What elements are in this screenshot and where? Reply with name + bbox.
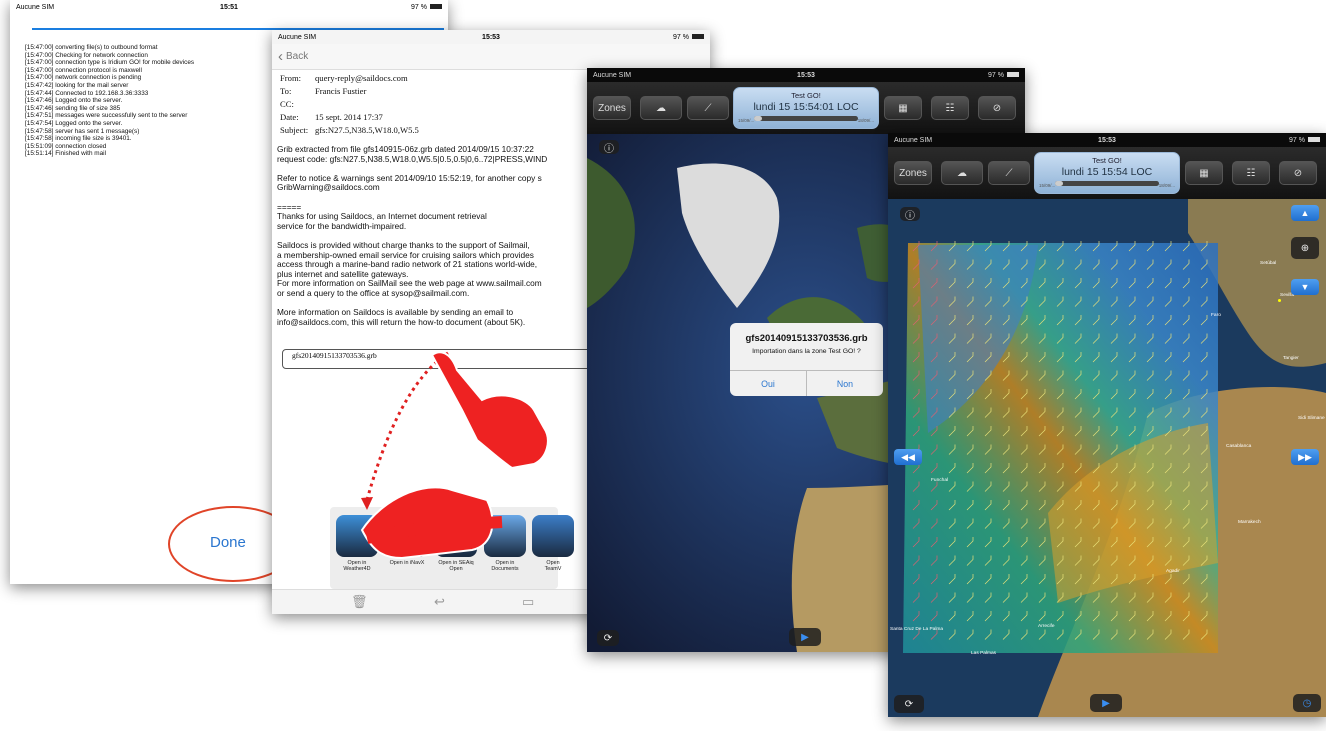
dialog-title: gfs20140915133703536.grb	[745, 333, 868, 344]
time-min: 15/09/...	[738, 118, 755, 123]
city-label: Funchal	[931, 478, 949, 483]
time-slider[interactable]	[754, 116, 858, 121]
log-line: [15:47:00] Checking for network connecti…	[25, 51, 148, 59]
status-bar: Aucune SIM 15:53 97 %	[587, 68, 1025, 82]
crosshair-icon[interactable]: ⊕	[1291, 237, 1319, 259]
log-line: [15:47:00] converting file(s) to outboun…	[25, 44, 158, 51]
yes-button[interactable]: Oui	[730, 371, 806, 396]
log-line: [15:51:14] Finished with mail	[25, 150, 106, 158]
city-label: Faro	[1211, 313, 1221, 318]
log-line: [15:47:58] server has sent 1 message(s)	[25, 127, 140, 135]
time-max: 18/09/...	[1158, 183, 1175, 188]
city-label: Arrecife	[1038, 624, 1055, 629]
settings-icon[interactable]: ☷	[1232, 161, 1270, 185]
time-slider-thumb[interactable]	[1055, 181, 1064, 186]
info-icon[interactable]: ⓘ	[900, 207, 920, 222]
cloud-icon[interactable]: ☁	[640, 96, 682, 120]
time-min: 15/09/...	[1039, 183, 1056, 188]
toolbar: Zones ☁ ⟋ Test GO! lundi 15 15:54:01 LOC…	[587, 82, 1025, 134]
route-icon[interactable]: ⟋	[988, 161, 1030, 185]
city-label: Tangier	[1283, 356, 1299, 361]
clock: 15:51	[220, 3, 238, 11]
city-label: Setúbal	[1260, 261, 1277, 266]
dialog-message: Importation dans la zone Test GO! ?	[752, 348, 861, 355]
cloud-icon[interactable]: ☁	[941, 161, 983, 185]
city-label: Las Palmas	[971, 651, 997, 656]
no-button[interactable]: Non	[806, 371, 883, 396]
locate-icon[interactable]: ⟳	[597, 630, 619, 646]
import-dialog: gfs20140915133703536.grb Importation dan…	[730, 323, 883, 396]
city-dot	[1278, 299, 1281, 302]
city-label: Marrakech	[1238, 520, 1261, 525]
time-slider[interactable]	[1055, 181, 1159, 186]
zones-button[interactable]: Zones	[593, 96, 631, 120]
log-line: [15:51:09] connection closed	[25, 142, 107, 150]
locate-icon[interactable]: ⟳	[894, 695, 924, 713]
log-line: [15:47:42] looking for the mail server	[25, 81, 129, 89]
map-screen-wind: Aucune SIM 15:53 97 % Zones ☁ ⟋ Test GO!…	[888, 133, 1326, 717]
calendar-icon[interactable]: ▦	[1185, 161, 1223, 185]
current-time: lundi 15 15:54:01 LOC	[753, 101, 859, 113]
zoom-up-icon[interactable]: ▲	[1291, 205, 1319, 221]
zones-button[interactable]: Zones	[894, 161, 932, 185]
compass-icon[interactable]: ⊘	[978, 96, 1016, 120]
log-line: [15:47:46] Logged onto the server.	[25, 97, 123, 105]
log-line: [15:47:46] sending file of size 385	[25, 104, 121, 112]
log-line: [15:47:58] incoming file size is 39401.	[25, 135, 132, 143]
log-line: [15:47:51] messages were successfully se…	[25, 112, 188, 120]
settings-icon[interactable]: ☷	[931, 96, 969, 120]
city-label: Santa Cruz De La Palma	[890, 627, 944, 632]
time-pane[interactable]: Test GO! lundi 15 15:54 LOC 15/09/... 18…	[1034, 152, 1180, 194]
log-line: [15:47:54] Logged onto the server.	[25, 119, 123, 127]
time-pane[interactable]: Test GO! lundi 15 15:54:01 LOC 15/09/...…	[733, 87, 879, 129]
status-bar: Aucune SIM 15:51 97 %	[10, 0, 448, 14]
log-line: [15:47:00] connection type is Iridium GO…	[25, 59, 195, 67]
clock: 15:53	[1098, 136, 1116, 144]
calendar-icon[interactable]: ▦	[884, 96, 922, 120]
log-line: [15:47:00] network connection is pending	[25, 74, 142, 82]
play-icon[interactable]: ▶	[1090, 694, 1122, 712]
done-button[interactable]: Done	[210, 534, 246, 551]
city-label: Casablanca	[1226, 444, 1252, 449]
info-icon[interactable]: ⓘ	[599, 140, 619, 155]
clock: 15:53	[797, 71, 815, 79]
wind-map	[888, 199, 1326, 717]
city-label: Agadir	[1166, 569, 1180, 574]
rewind-icon[interactable]: ◀◀	[894, 449, 922, 465]
zone-title: Test GO!	[791, 91, 821, 100]
city-label: Sidi Slimane	[1298, 416, 1325, 421]
fast-forward-icon[interactable]: ▶▶	[1291, 449, 1319, 465]
time-slider-thumb[interactable]	[754, 116, 763, 121]
connection-log: [15:47:00] converting file(s) to outboun…	[25, 44, 194, 158]
log-line: [15:47:00] connection protocol is maxwel…	[25, 66, 142, 74]
log-line: [15:47:44] Connected to 192.168.3.36:333…	[25, 89, 149, 97]
clock-icon[interactable]: ◷	[1293, 694, 1321, 712]
compass-icon[interactable]: ⊘	[1279, 161, 1317, 185]
zoom-down-icon[interactable]: ▼	[1291, 279, 1319, 295]
status-bar: Aucune SIM 15:53 97 %	[888, 133, 1326, 147]
current-time: lundi 15 15:54 LOC	[1061, 166, 1153, 178]
route-icon[interactable]: ⟋	[687, 96, 729, 120]
time-max: 18/09/...	[857, 118, 874, 123]
play-icon[interactable]: ▶	[789, 628, 821, 646]
toolbar: Zones ☁ ⟋ Test GO! lundi 15 15:54 LOC 15…	[888, 147, 1326, 199]
zone-title: Test GO!	[1092, 156, 1122, 165]
